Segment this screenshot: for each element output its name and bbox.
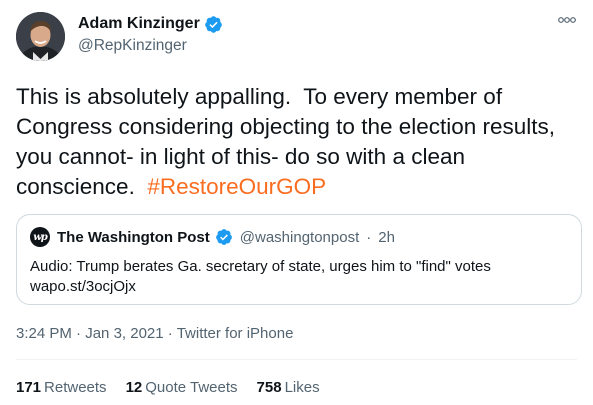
quoted-separator: · [366,228,372,246]
hashtag-link[interactable]: #RestoreOurGOP [147,174,326,199]
author-handle[interactable]: @RepKinzinger [78,37,187,55]
author-name-row: Adam Kinzinger [78,13,223,35]
tweet-meta: 3:24 PM · Jan 3, 2021 · Twitter for iPho… [16,325,293,342]
more-dots-icon[interactable] [558,14,576,24]
tweet-time[interactable]: 3:24 PM [16,325,72,342]
quoted-tweet-header: wp The Washington Post @washingtonpost ·… [30,227,395,247]
likes-stat[interactable]: 758 Likes [257,379,320,396]
tweet-text: This is absolutely appalling. To every m… [16,82,576,202]
quote-tweets-label: Quote Tweets [145,379,238,396]
engagement-stats: 171 Retweets 12 Quote Tweets 758 Likes [16,379,320,396]
quote-tweets-count: 12 [125,379,143,396]
retweets-label: Retweets [44,379,107,396]
retweets-stat[interactable]: 171 Retweets [16,379,107,396]
quoted-author-handle: @washingtonpost [239,228,360,246]
quoted-tweet-text: Audio: Trump berates Ga. secretary of st… [30,258,491,295]
divider [16,359,577,360]
meta-separator: · [167,325,173,342]
profile-photo-icon [16,12,65,61]
washington-post-logo-icon: wp [30,227,50,247]
tweet-source[interactable]: Twitter for iPhone [177,325,294,342]
likes-count: 758 [256,379,282,396]
author-display-name[interactable]: Adam Kinzinger [78,15,200,33]
avatar[interactable] [16,12,65,61]
quoted-author-name: The Washington Post [57,228,210,246]
quoted-time: 2h [378,228,395,246]
meta-separator: · [76,325,82,342]
likes-label: Likes [284,379,320,396]
quote-tweets-stat[interactable]: 12 Quote Tweets [126,379,238,396]
quoted-tweet-card[interactable]: wp The Washington Post @washingtonpost ·… [16,214,582,305]
verified-badge-icon [204,15,222,33]
tweet-date[interactable]: Jan 3, 2021 [85,325,163,342]
retweets-count: 171 [16,379,42,396]
verified-badge-icon [215,229,232,245]
